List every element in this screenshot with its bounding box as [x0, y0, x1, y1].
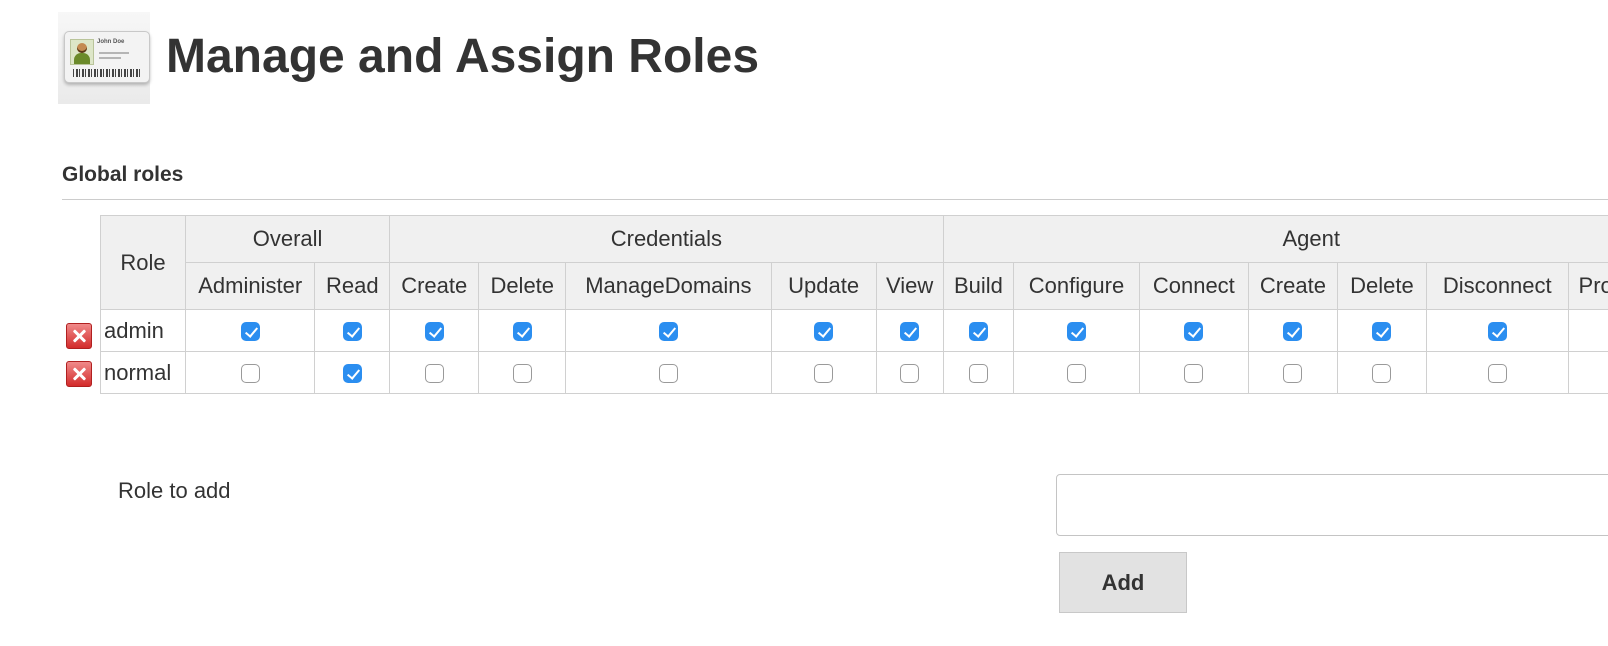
permission-cell: [1013, 309, 1140, 352]
permission-cell: [1138, 351, 1249, 394]
permission-header-view: View: [875, 262, 944, 310]
permission-header-connect: Connect: [1138, 262, 1249, 310]
role-name: normal: [100, 351, 186, 394]
permission-checkbox-normal-create[interactable]: [1283, 364, 1303, 384]
id-card-name: John Doe: [97, 39, 125, 45]
permission-header-read: Read: [314, 262, 391, 310]
permission-cell: [184, 309, 316, 352]
section-title: Global roles: [62, 163, 184, 186]
permission-header-disconnect: Disconnect: [1425, 262, 1569, 310]
group-header-row: Role Overall Credentials Agent: [100, 215, 1608, 310]
role-name: admin: [100, 309, 186, 352]
permission-cell: [875, 309, 944, 352]
section-divider: [62, 199, 1608, 200]
remove-icon[interactable]: [66, 323, 92, 349]
permission-cell: [314, 351, 391, 394]
permission-cell: [770, 309, 877, 352]
permission-checkbox-admin-create[interactable]: [1283, 322, 1303, 342]
permission-cell: [1567, 309, 1608, 352]
permission-cell: [478, 351, 567, 394]
permission-cell: [184, 351, 316, 394]
permission-cell: [1567, 351, 1608, 394]
role-column-header: Role: [100, 215, 186, 310]
global-roles-table-wrapper: Role Overall Credentials Agent Administer R…: [100, 215, 1608, 396]
permission-checkbox-admin-build[interactable]: [968, 322, 988, 342]
permission-checkbox-admin-create[interactable]: [424, 322, 444, 342]
permission-checkbox-admin-delete[interactable]: [1372, 322, 1392, 342]
permission-checkbox-admin-read[interactable]: [342, 322, 362, 342]
permission-checkbox-normal-build[interactable]: [968, 364, 988, 384]
permission-cell: [942, 351, 1015, 394]
id-card-graphic: John Doe: [64, 31, 150, 83]
permission-header-administer: Administer: [184, 262, 316, 310]
permission-checkbox-normal-connect[interactable]: [1184, 364, 1204, 384]
permission-checkbox-normal-create[interactable]: [424, 364, 444, 384]
permission-cell: [478, 309, 567, 352]
permission-cell: [1425, 351, 1569, 394]
permission-checkbox-normal-delete[interactable]: [512, 364, 532, 384]
permission-checkbox-normal-managedomains[interactable]: [658, 364, 678, 384]
permission-checkbox-normal-update[interactable]: [814, 364, 834, 384]
permission-checkbox-normal-view[interactable]: [900, 364, 920, 384]
permission-header-create: Create: [1247, 262, 1338, 310]
permission-cell: [389, 351, 480, 394]
id-card-icon: John Doe: [58, 12, 150, 104]
permission-header-delete: Delete: [1336, 262, 1427, 310]
permission-cell: [389, 309, 480, 352]
permission-header-managedomains: ManageDomains: [565, 262, 772, 310]
permission-checkbox-admin-administer[interactable]: [240, 322, 260, 342]
permission-cell: [565, 351, 772, 394]
group-header-overall: Overall: [184, 215, 391, 263]
permission-cell: [1336, 351, 1427, 394]
barcode-icon: [73, 69, 141, 77]
permission-cell: [1138, 309, 1249, 352]
permission-checkbox-admin-disconnect[interactable]: [1487, 322, 1507, 342]
role-row-admin: admin: [100, 309, 1608, 352]
add-role-button[interactable]: Add: [1059, 552, 1187, 613]
permission-cell: [1247, 351, 1338, 394]
permission-cell: [1247, 309, 1338, 352]
permission-checkbox-admin-managedomains[interactable]: [658, 322, 678, 342]
permission-checkbox-normal-disconnect[interactable]: [1487, 364, 1507, 384]
permission-header-update: Update: [770, 262, 877, 310]
permission-checkbox-normal-configure[interactable]: [1067, 364, 1086, 384]
group-header-credentials: Credentials: [389, 215, 944, 263]
permission-header-delete: Delete: [478, 262, 567, 310]
permission-header-build: Build: [942, 262, 1015, 310]
permission-checkbox-admin-view[interactable]: [900, 322, 920, 342]
permission-cell: [1336, 309, 1427, 352]
roles-table-body: admin normal: [100, 309, 1608, 394]
permission-cell: [875, 351, 944, 394]
permission-cell: [1013, 351, 1140, 394]
permission-cell: [770, 351, 877, 394]
permission-checkbox-normal-read[interactable]: [342, 364, 362, 384]
permission-checkbox-normal-delete[interactable]: [1372, 364, 1392, 384]
permission-checkbox-admin-delete[interactable]: [512, 322, 532, 342]
role-name-input[interactable]: [1056, 474, 1608, 536]
permission-checkbox-admin-update[interactable]: [814, 322, 834, 342]
permission-header-configure: Configure: [1013, 262, 1140, 310]
global-roles-table: Role Overall Credentials Agent Administer R…: [100, 215, 1608, 394]
role-row-normal: normal: [100, 351, 1608, 394]
remove-icon[interactable]: [66, 361, 92, 387]
permission-header-row: Administer Read Create Delete ManageDomains U…: [101, 262, 1608, 310]
permission-cell: [314, 309, 391, 352]
permission-header-create: Create: [389, 262, 480, 310]
permission-cell: [565, 309, 772, 352]
page-title: Manage and Assign Roles: [166, 30, 760, 83]
id-photo: [70, 39, 94, 65]
group-header-agent: Agent: [942, 215, 1608, 263]
permission-cell: [1425, 309, 1569, 352]
permission-checkbox-admin-connect[interactable]: [1184, 322, 1204, 342]
permission-header-provision: Provision: [1567, 262, 1608, 310]
permission-checkbox-admin-configure[interactable]: [1067, 322, 1086, 342]
permission-checkbox-normal-administer[interactable]: [240, 364, 260, 384]
role-to-add-label: Role to add: [118, 478, 231, 503]
permission-cell: [942, 309, 1015, 352]
